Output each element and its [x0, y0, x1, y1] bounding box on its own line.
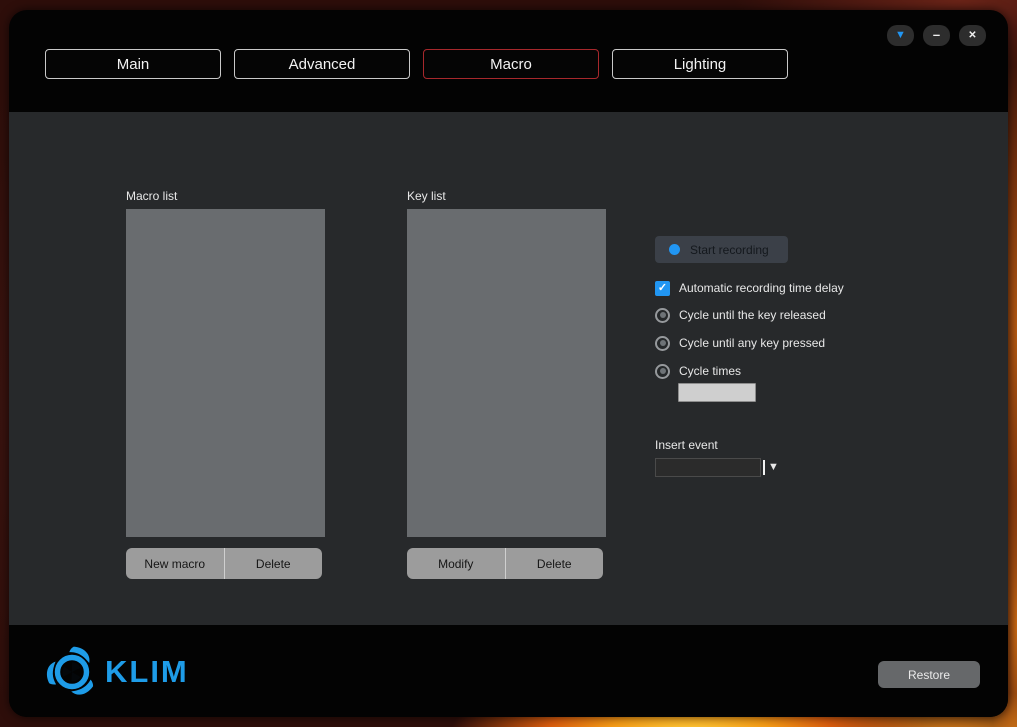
radio-cycle-until-released[interactable] — [655, 308, 670, 323]
insert-event-dropdown[interactable]: ▼ — [655, 458, 779, 477]
auto-delay-checkbox[interactable]: ✓ — [655, 281, 670, 296]
cycle-times-label: Cycle times — [679, 364, 741, 378]
minimize-button[interactable]: – — [923, 25, 950, 46]
record-dot-icon — [669, 244, 680, 255]
footer: KLIM Restore — [9, 625, 1008, 717]
close-button[interactable]: ✕ — [959, 25, 986, 46]
radio-cycle-until-pressed[interactable] — [655, 336, 670, 351]
chevron-down-icon: ▼ — [768, 462, 779, 473]
macro-list-label: Macro list — [126, 189, 177, 203]
new-macro-button[interactable]: New macro — [126, 548, 224, 579]
brand-name: KLIM — [105, 654, 189, 690]
start-recording-button[interactable]: Start recording — [655, 236, 788, 263]
menu-button[interactable]: ▼ — [887, 25, 914, 46]
triangle-down-icon: ▼ — [895, 30, 906, 41]
tab-lighting[interactable]: Lighting — [612, 49, 788, 79]
macro-list-buttons: New macro Delete — [126, 548, 322, 579]
insert-event-value — [655, 458, 761, 477]
cycle-pressed-label: Cycle until any key pressed — [679, 336, 825, 350]
cycle-released-label: Cycle until the key released — [679, 308, 826, 322]
close-icon: ✕ — [968, 31, 976, 41]
start-recording-label: Start recording — [690, 243, 769, 257]
delete-key-button[interactable]: Delete — [505, 548, 604, 579]
insert-event-label: Insert event — [655, 438, 718, 452]
brand: KLIM — [43, 643, 189, 701]
tab-advanced[interactable]: Advanced — [234, 49, 410, 79]
macro-list[interactable] — [126, 209, 325, 537]
key-list[interactable] — [407, 209, 606, 537]
cycle-pressed-row: Cycle until any key pressed — [655, 335, 825, 351]
key-list-label: Key list — [407, 189, 446, 203]
key-list-buttons: Modify Delete — [407, 548, 603, 579]
delete-macro-button[interactable]: Delete — [224, 548, 323, 579]
radio-cycle-times[interactable] — [655, 364, 670, 379]
window-controls: ▼ – ✕ — [887, 25, 986, 46]
auto-delay-label: Automatic recording time delay — [679, 281, 844, 295]
cycle-released-row: Cycle until the key released — [655, 307, 826, 323]
klim-logo-icon — [43, 643, 101, 701]
tab-main[interactable]: Main — [45, 49, 221, 79]
restore-button[interactable]: Restore — [878, 661, 980, 688]
minimize-icon: – — [933, 28, 940, 41]
cycle-times-row: Cycle times — [655, 363, 741, 379]
tab-bar: Main Advanced Macro Lighting — [45, 49, 788, 79]
check-icon: ✓ — [658, 283, 667, 294]
content-area: Macro list New macro Delete Key list Mod… — [9, 112, 1008, 625]
modify-key-button[interactable]: Modify — [407, 548, 505, 579]
app-window: ▼ – ✕ Main Advanced Macro Lighting Macro… — [9, 10, 1008, 717]
auto-delay-row: ✓ Automatic recording time delay — [655, 280, 844, 296]
tab-macro[interactable]: Macro — [423, 49, 599, 79]
dropdown-divider — [763, 460, 765, 475]
cycle-times-input[interactable] — [678, 383, 756, 402]
